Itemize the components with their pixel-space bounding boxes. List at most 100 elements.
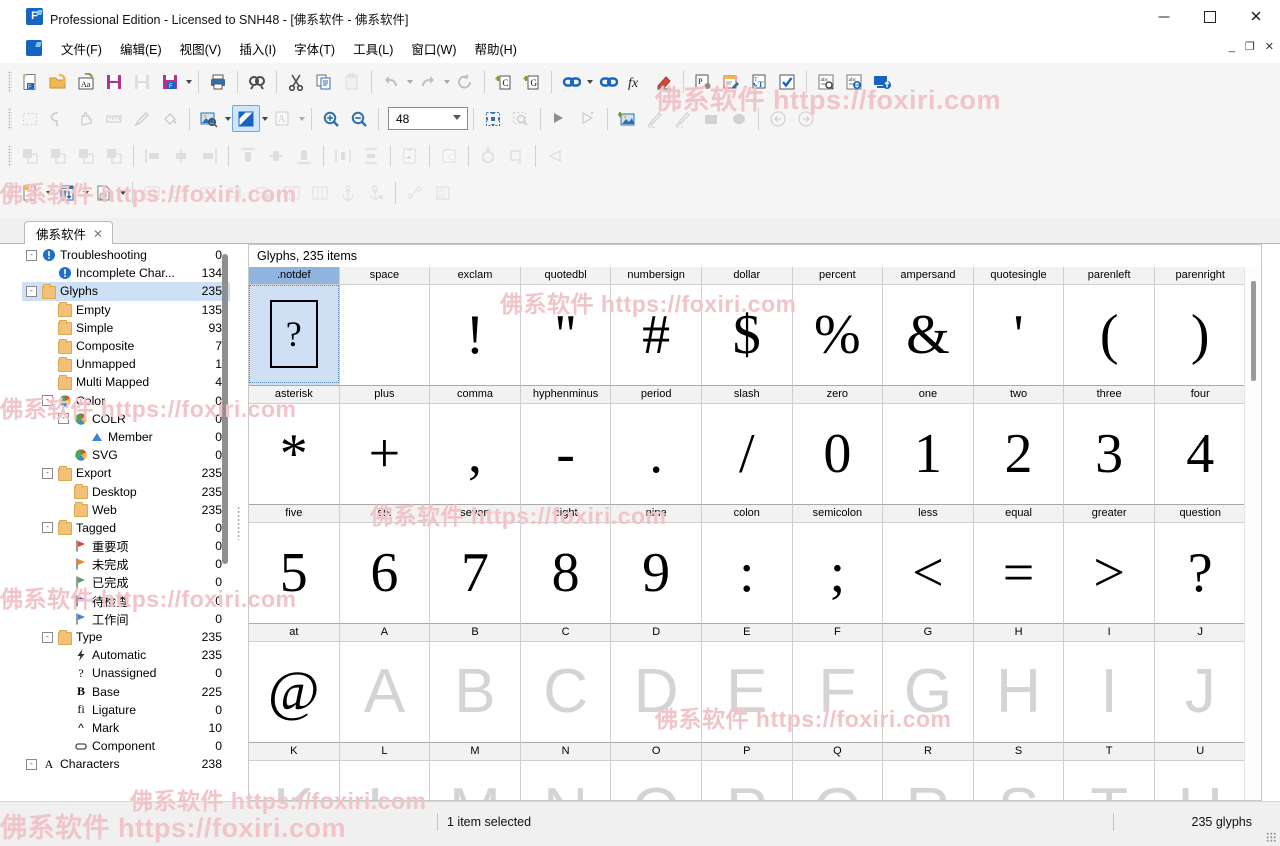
sidebar-item-unmapped[interactable]: Unmapped 1 xyxy=(22,355,230,373)
image-preview-dropdown-arrow[interactable] xyxy=(223,106,232,131)
glyph-cell[interactable]: ampersand & xyxy=(883,267,974,386)
glyph-cell[interactable]: PP xyxy=(701,743,793,800)
sidebar-item-[interactable]: 未完成 0 xyxy=(22,555,230,573)
glyph-cell[interactable]: two 2 xyxy=(973,386,1065,505)
glyph-cell[interactable]: DD xyxy=(611,624,702,743)
glyph-cell[interactable]: .notdef? xyxy=(249,267,340,386)
save-as-font-dropdown-arrow[interactable] xyxy=(184,69,193,94)
tree-expander[interactable]: - xyxy=(26,249,37,261)
menu-window[interactable]: 窗口(W) xyxy=(402,36,465,61)
glyph-cell[interactable]: parenleft ( xyxy=(1064,267,1155,386)
glyph-cell[interactable]: LL xyxy=(339,743,431,800)
glyph-cell[interactable]: RR xyxy=(883,743,974,800)
link-glyphs-icon[interactable] xyxy=(557,68,585,95)
glyph-cell[interactable]: quotedbl " xyxy=(520,267,612,386)
glyph-cell[interactable]: equal = xyxy=(973,505,1065,624)
glyph-cell[interactable]: TT xyxy=(1064,743,1155,800)
menu-insert[interactable]: 插入(I) xyxy=(230,36,285,61)
glyph-cell[interactable]: zero 0 xyxy=(792,386,884,505)
sidebar-item-automatic[interactable]: Automatic 235 xyxy=(22,646,230,664)
new-glyph-icon[interactable] xyxy=(16,179,44,206)
add-glyph-g-icon[interactable]: G xyxy=(518,68,546,95)
glyph-cell[interactable]: five 5 xyxy=(249,505,340,624)
zoom-input[interactable] xyxy=(394,110,450,127)
glyph-cell[interactable]: quotesingle ' xyxy=(973,267,1065,386)
glyph-cell[interactable]: GG xyxy=(883,624,974,743)
sidebar-item-multi-mapped[interactable]: Multi Mapped 4 xyxy=(22,373,230,391)
mdi-minimize-button[interactable]: _ xyxy=(1229,42,1235,53)
resize-grip[interactable] xyxy=(1266,832,1276,842)
sidebar-item-[interactable]: 重要项 0 xyxy=(22,537,230,555)
sidebar-item-glyphs[interactable]: - Glyphs 235 xyxy=(22,282,230,301)
glyph-cell[interactable]: nine 9 xyxy=(611,505,702,624)
close-icon[interactable]: ✕ xyxy=(93,227,103,241)
print-icon[interactable] xyxy=(204,68,232,95)
minimize-button[interactable] xyxy=(1141,0,1187,34)
glyph-cell[interactable]: seven 7 xyxy=(430,505,521,624)
sidebar-item-desktop[interactable]: Desktop 235 xyxy=(22,482,230,500)
glyph-cell[interactable]: UU xyxy=(1154,743,1246,800)
open-project-icon[interactable] xyxy=(44,68,72,95)
tree-expander[interactable]: - xyxy=(26,758,37,770)
glyph-cell[interactable]: numbersign # xyxy=(611,267,702,386)
glyph-template-icon[interactable] xyxy=(90,179,118,206)
glyph-cell[interactable]: FF xyxy=(792,624,884,743)
glyph-grid[interactable]: .notdef? space exclam! quotedbl " numbersign #… xyxy=(249,267,1261,800)
eraser-icon[interactable] xyxy=(650,68,678,95)
sidebar-item-incomplete-char[interactable]: Incomplete Char... 134 xyxy=(22,264,230,282)
sidebar-item-svg[interactable]: SVG 0 xyxy=(22,446,230,464)
sidebar-scrollbar-thumb[interactable] xyxy=(222,254,228,564)
save-icon[interactable] xyxy=(100,68,128,95)
glyph-cell[interactable]: percent% xyxy=(792,267,884,386)
sidebar-item-tagged[interactable]: - Tagged 0 xyxy=(22,519,230,537)
glyph-cell[interactable]: plus + xyxy=(339,386,431,505)
transform-text-icon[interactable]: TT xyxy=(745,68,773,95)
mdi-close-button[interactable]: ✕ xyxy=(1265,42,1274,53)
image-preview-icon[interactable] xyxy=(195,105,223,132)
sidebar-item-composite[interactable]: Composite 7 xyxy=(22,337,230,355)
tree-expander[interactable]: - xyxy=(42,631,53,643)
chevron-down-icon[interactable] xyxy=(453,114,461,122)
cut-icon[interactable] xyxy=(282,68,310,95)
sidebar-item-[interactable]: 工作间 0 xyxy=(22,610,230,628)
preview-text-icon[interactable]: abc xyxy=(812,68,840,95)
close-button[interactable]: ✕ xyxy=(1233,0,1279,34)
glyph-cell[interactable]: hyphenminus - xyxy=(520,386,612,505)
sidebar-item-troubleshooting[interactable]: - Troubleshooting 0 xyxy=(22,246,230,264)
toolbar-grip[interactable] xyxy=(8,107,12,130)
mdi-restore-button[interactable]: ❐ xyxy=(1245,42,1255,53)
glyph-properties-icon[interactable]: P xyxy=(689,68,717,95)
tree-expander[interactable]: - xyxy=(42,522,53,534)
sidebar-item-web[interactable]: Web 235 xyxy=(22,501,230,519)
glyph-cell[interactable]: OO xyxy=(611,743,702,800)
glyph-cell[interactable]: CC xyxy=(520,624,612,743)
menu-edit[interactable]: 编辑(E) xyxy=(111,36,171,61)
insert-image-icon[interactable] xyxy=(613,105,641,132)
zoom-out-icon[interactable] xyxy=(345,105,373,132)
test-on-device-icon[interactable] xyxy=(868,68,896,95)
sidebar-item-type[interactable]: - Type 235 xyxy=(22,628,230,646)
glyph-cell[interactable]: less < xyxy=(883,505,974,624)
sort-glyphs-dropdown-arrow[interactable] xyxy=(81,180,90,205)
glyph-cell[interactable]: period. xyxy=(611,386,702,505)
sidebar-item-simple[interactable]: Simple 93 xyxy=(22,319,230,337)
font-properties-icon[interactable] xyxy=(717,68,745,95)
tree-expander[interactable]: - xyxy=(26,285,37,297)
maximize-button[interactable] xyxy=(1187,0,1233,34)
sidebar-item-[interactable]: 已完成 0 xyxy=(22,573,230,591)
scrollbar-thumb[interactable] xyxy=(1251,281,1256,381)
sidebar-item-export[interactable]: - Export 235 xyxy=(22,464,230,482)
zoom-in-icon[interactable] xyxy=(317,105,345,132)
sidebar-item-component[interactable]: Component 0 xyxy=(22,737,230,755)
sidebar-item-color[interactable]: - Color 0 xyxy=(22,392,230,410)
web-preview-icon[interactable]: abc xyxy=(840,68,868,95)
glyph-cell[interactable]: NN xyxy=(520,743,612,800)
glyph-cell[interactable]: asterisk * xyxy=(249,386,340,505)
glyph-cell[interactable]: BB xyxy=(430,624,521,743)
glyph-cell[interactable]: eight 8 xyxy=(520,505,612,624)
glyph-cell[interactable]: II xyxy=(1064,624,1155,743)
glyph-cell[interactable]: AA xyxy=(339,624,431,743)
copy-icon[interactable] xyxy=(310,68,338,95)
sidebar-item-member[interactable]: Member 0 xyxy=(22,428,230,446)
glyph-cell[interactable]: EE xyxy=(701,624,793,743)
